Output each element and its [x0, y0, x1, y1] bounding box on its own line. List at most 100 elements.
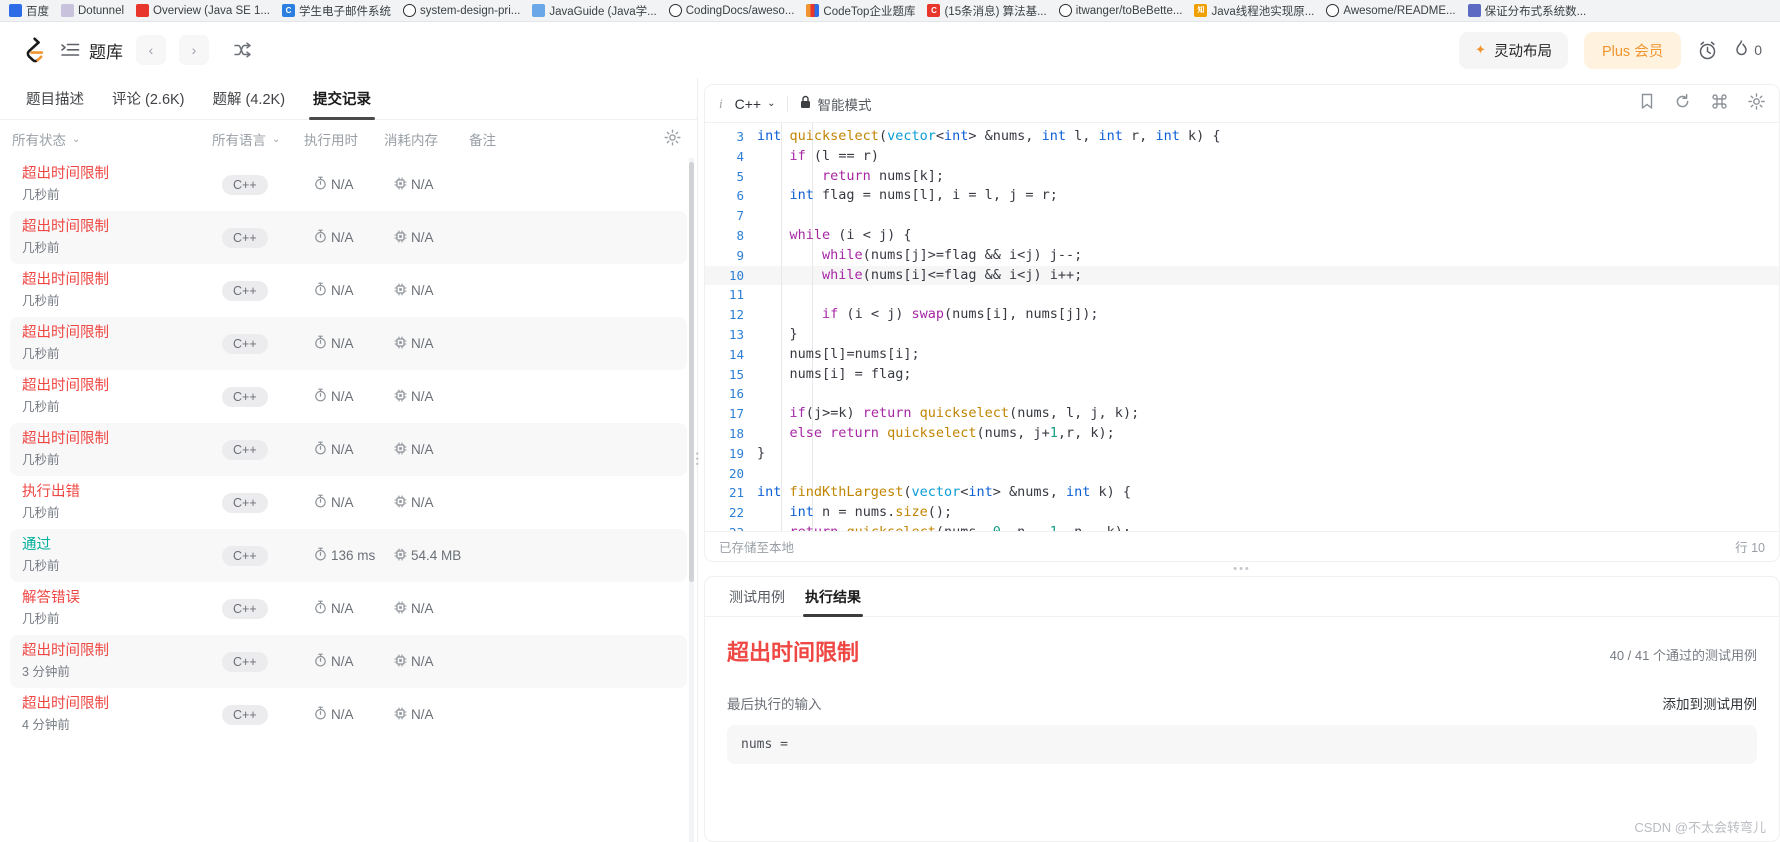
smart-mode-toggle[interactable]: 智能模式 — [800, 94, 871, 114]
code-text: int quickselect(vector<int> &nums, int l… — [757, 128, 1221, 144]
submission-row[interactable]: 超出时间限制 几秒前 C++ N/A N/A — [10, 211, 687, 264]
bookmark-item[interactable]: system-design-pri... — [398, 3, 525, 18]
leetcode-logo[interactable] — [18, 35, 48, 65]
submission-timestamp: 几秒前 — [22, 241, 60, 256]
line-number: 8 — [736, 227, 744, 243]
code-line: 7 — [705, 206, 1779, 226]
submission-language-cell: C++ — [222, 598, 314, 619]
bookmark-label: itwanger/toBeBette... — [1075, 4, 1183, 17]
submission-timestamp: 几秒前 — [22, 294, 60, 309]
language-chip: C++ — [222, 227, 268, 248]
bookmark-item[interactable]: 百度 — [4, 2, 54, 20]
info-icon[interactable]: i — [719, 96, 723, 112]
plus-membership-badge[interactable]: Plus 会员 — [1583, 31, 1682, 69]
bookmark-item[interactable]: itwanger/toBeBette... — [1054, 3, 1188, 18]
vertical-splitter-handle[interactable]: ••• — [692, 447, 702, 473]
bookmark-label: Dotunnel — [78, 4, 125, 17]
bookmark-item[interactable]: CodingDocs/aweso... — [664, 3, 800, 18]
status-filter[interactable]: 所有状态 ⌄ — [12, 129, 212, 149]
bookmark-item[interactable]: C (15条消息) 算法基... — [922, 2, 1051, 20]
command-icon[interactable] — [1711, 93, 1728, 114]
passed-count-value: 40 / 41 — [1609, 648, 1650, 663]
submission-runtime-cell: N/A — [314, 176, 394, 193]
nav-problemset[interactable]: 题库 — [61, 38, 123, 63]
line-number: 3 — [736, 129, 744, 144]
prev-problem-button[interactable]: ‹ — [136, 35, 166, 65]
submission-row[interactable]: 超出时间限制 3 分钟前 C++ N/A N/A — [10, 635, 687, 688]
bookmark-label: CodingDocs/aweso... — [685, 4, 795, 17]
divider — [787, 95, 789, 112]
language-chip: C++ — [222, 439, 268, 460]
result-tab-1[interactable]: 执行结果 — [795, 587, 871, 617]
shuffle-icon[interactable] — [228, 35, 258, 65]
tab-1[interactable]: 评论 (2.6K) — [98, 88, 199, 119]
bookmark-item[interactable]: Overview (Java SE 1... — [131, 3, 275, 18]
settings-icon[interactable] — [1748, 93, 1765, 114]
bookmark-icon[interactable] — [1640, 93, 1654, 114]
submission-memory-value: N/A — [411, 389, 434, 404]
code-line: 10 while(nums[i]<=flag && i<j) i++; — [705, 265, 1779, 286]
nav-left-group: 题库 ‹ › — [18, 35, 258, 65]
gear-icon[interactable] — [664, 129, 685, 150]
stopwatch-icon — [314, 335, 327, 352]
submission-runtime-value: N/A — [331, 177, 354, 192]
code-editor-area[interactable]: 3 int quickselect(vector<int> &nums, int … — [705, 123, 1779, 531]
submission-row[interactable]: 超出时间限制 几秒前 C++ N/A N/A — [10, 423, 687, 476]
submission-row[interactable]: 解答错误 几秒前 C++ N/A N/A — [10, 582, 687, 635]
submission-memory-cell: N/A — [394, 335, 489, 352]
submission-row[interactable]: 超出时间限制 几秒前 C++ N/A N/A — [10, 370, 687, 423]
submission-status: 超出时间限制 — [22, 218, 109, 235]
baidu-icon — [9, 4, 22, 17]
submission-row[interactable]: 通过 几秒前 C++ 136 ms 54.4 MB — [10, 529, 687, 582]
memory-chip-icon — [394, 335, 407, 352]
bookmark-item[interactable]: Dotunnel — [56, 3, 129, 18]
submission-row[interactable]: 超出时间限制 几秒前 C++ N/A N/A — [10, 158, 687, 211]
streak-count: 0 — [1754, 42, 1762, 58]
code-line: 11 — [705, 285, 1779, 305]
language-selector[interactable]: C++ ⌄ — [735, 96, 776, 112]
next-problem-button[interactable]: › — [179, 35, 209, 65]
tab-2[interactable]: 题解 (4.2K) — [199, 88, 300, 119]
submission-row[interactable]: 超出时间限制 几秒前 C++ N/A N/A — [10, 264, 687, 317]
clock-icon[interactable] — [1697, 40, 1718, 61]
bookmark-item[interactable]: CodeTop企业题库 — [801, 2, 920, 20]
language-chip: C++ — [222, 333, 268, 354]
submission-memory-value: N/A — [411, 442, 434, 457]
bookmark-item[interactable]: C 学生电子邮件系统 — [277, 2, 396, 20]
language-filter[interactable]: 所有语言 ⌄ — [212, 129, 304, 149]
submission-runtime-cell: N/A — [314, 653, 394, 670]
line-number: 18 — [728, 425, 744, 441]
csdn-icon: C — [927, 4, 941, 17]
tab-0[interactable]: 题目描述 — [12, 88, 98, 119]
submission-status: 超出时间限制 — [22, 165, 109, 182]
line-number: 5 — [736, 168, 744, 184]
code-line: 5 return nums[k]; — [705, 167, 1779, 187]
tab-3[interactable]: 提交记录 — [299, 88, 385, 120]
streak-indicator[interactable]: 0 — [1734, 39, 1762, 61]
bookmark-item[interactable]: 知 Java线程池实现原... — [1189, 2, 1319, 20]
submission-row[interactable]: 超出时间限制 4 分钟前 C++ N/A N/A — [10, 688, 687, 741]
submission-memory-value: N/A — [411, 495, 434, 510]
line-number: 10 — [728, 267, 744, 283]
submission-row[interactable]: 执行出错 几秒前 C++ N/A N/A — [10, 476, 687, 529]
code-line: 4 if (l == r) — [705, 147, 1779, 167]
submission-memory-value: N/A — [411, 601, 434, 616]
result-subheader: 最后执行的输入 添加到测试用例 — [727, 693, 1757, 713]
bookmark-item[interactable]: 保证分布式系统数... — [1463, 2, 1592, 20]
bookmark-label: Overview (Java SE 1... — [153, 4, 271, 17]
line-number: 17 — [728, 406, 744, 422]
submission-row[interactable]: 超出时间限制 几秒前 C++ N/A N/A — [10, 317, 687, 370]
add-testcase-button[interactable]: 添加到测试用例 — [1663, 693, 1758, 713]
submission-memory-cell: N/A — [394, 282, 489, 299]
result-tab-0[interactable]: 测试用例 — [719, 587, 795, 616]
list-scrollbar-thumb[interactable] — [689, 162, 694, 582]
dynamic-layout-button[interactable]: ✦ 灵动布局 — [1459, 31, 1568, 69]
bookmark-item[interactable]: JavaGuide (Java学... — [527, 2, 661, 20]
bookmark-item[interactable]: Awesome/README... — [1321, 3, 1460, 18]
reset-icon[interactable] — [1674, 93, 1691, 114]
code-line: 16 — [705, 384, 1779, 404]
line-number: 22 — [728, 505, 744, 521]
last-input-label: 最后执行的输入 — [727, 697, 822, 712]
horizontal-splitter-handle[interactable]: ••• — [704, 562, 1780, 576]
